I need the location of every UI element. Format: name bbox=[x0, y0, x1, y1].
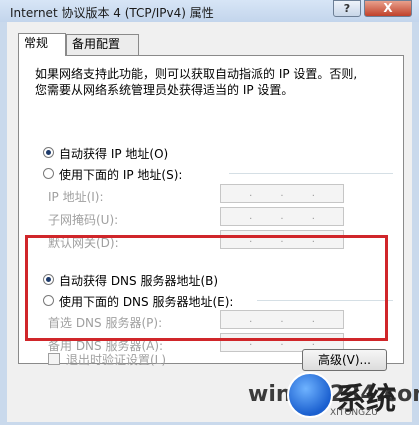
auto-ip-radio[interactable] bbox=[43, 147, 54, 158]
preferred-dns-field[interactable]: ... bbox=[220, 310, 344, 329]
validate-settings-label: 退出时验证设置(L) bbox=[66, 353, 167, 367]
radio-selected-dot bbox=[46, 150, 51, 155]
auto-dns-label: 自动获得 DNS 服务器地址(B) bbox=[59, 274, 219, 288]
tab-general[interactable]: 常规 bbox=[18, 33, 66, 56]
window-title: Internet 协议版本 4 (TCP/IPv4) 属性 bbox=[10, 6, 214, 20]
manual-ip-label: 使用下面的 IP 地址(S): bbox=[59, 168, 183, 182]
title-bar: Internet 协议版本 4 (TCP/IPv4) 属性 ? X bbox=[0, 0, 419, 22]
general-panel: 如果网络支持此功能，则可以获取自动指派的 IP 设置。否则, 您需要从网络系统管… bbox=[18, 55, 404, 364]
ip-address-label: IP 地址(I): bbox=[48, 190, 104, 204]
tab-alternate-config[interactable]: 备用配置 bbox=[66, 34, 139, 55]
manual-dns-label: 使用下面的 DNS 服务器地址(E): bbox=[59, 295, 234, 309]
validate-settings-checkbox[interactable] bbox=[48, 353, 60, 365]
default-gateway-label: 默认网关(D): bbox=[48, 236, 119, 250]
manual-ip-radio[interactable] bbox=[43, 168, 54, 179]
dns-group-divider bbox=[257, 300, 393, 301]
close-button[interactable]: X bbox=[364, 0, 412, 17]
dialog-body: 常规 备用配置 如果网络支持此功能，则可以获取自动指派的 IP 设置。否则, 您… bbox=[7, 22, 412, 422]
description-text: 如果网络支持此功能，则可以获取自动指派的 IP 设置。否则, 您需要从网络系统管… bbox=[35, 66, 395, 98]
radio-selected-dot bbox=[46, 277, 51, 282]
subnet-mask-field[interactable]: ... bbox=[220, 207, 344, 226]
help-button[interactable]: ? bbox=[333, 0, 361, 17]
ip-group-divider bbox=[229, 173, 393, 174]
watermark-sub: XITONGZU bbox=[330, 408, 378, 418]
description-line-1: 如果网络支持此功能，则可以获取自动指派的 IP 设置。否则, bbox=[35, 67, 358, 81]
watermark-logo-icon bbox=[287, 372, 333, 418]
auto-dns-radio[interactable] bbox=[43, 274, 54, 285]
auto-ip-label: 自动获得 IP 地址(O) bbox=[59, 147, 169, 161]
advanced-button[interactable]: 高级(V)... bbox=[302, 349, 387, 371]
subnet-mask-label: 子网掩码(U): bbox=[48, 213, 119, 227]
manual-dns-radio[interactable] bbox=[43, 295, 54, 306]
ip-address-field[interactable]: ... bbox=[220, 184, 344, 203]
description-line-2: 您需要从网络系统管理员处获得适当的 IP 设置。 bbox=[35, 83, 294, 97]
default-gateway-field[interactable]: ... bbox=[220, 230, 344, 249]
preferred-dns-label: 首选 DNS 服务器(P): bbox=[48, 316, 163, 330]
